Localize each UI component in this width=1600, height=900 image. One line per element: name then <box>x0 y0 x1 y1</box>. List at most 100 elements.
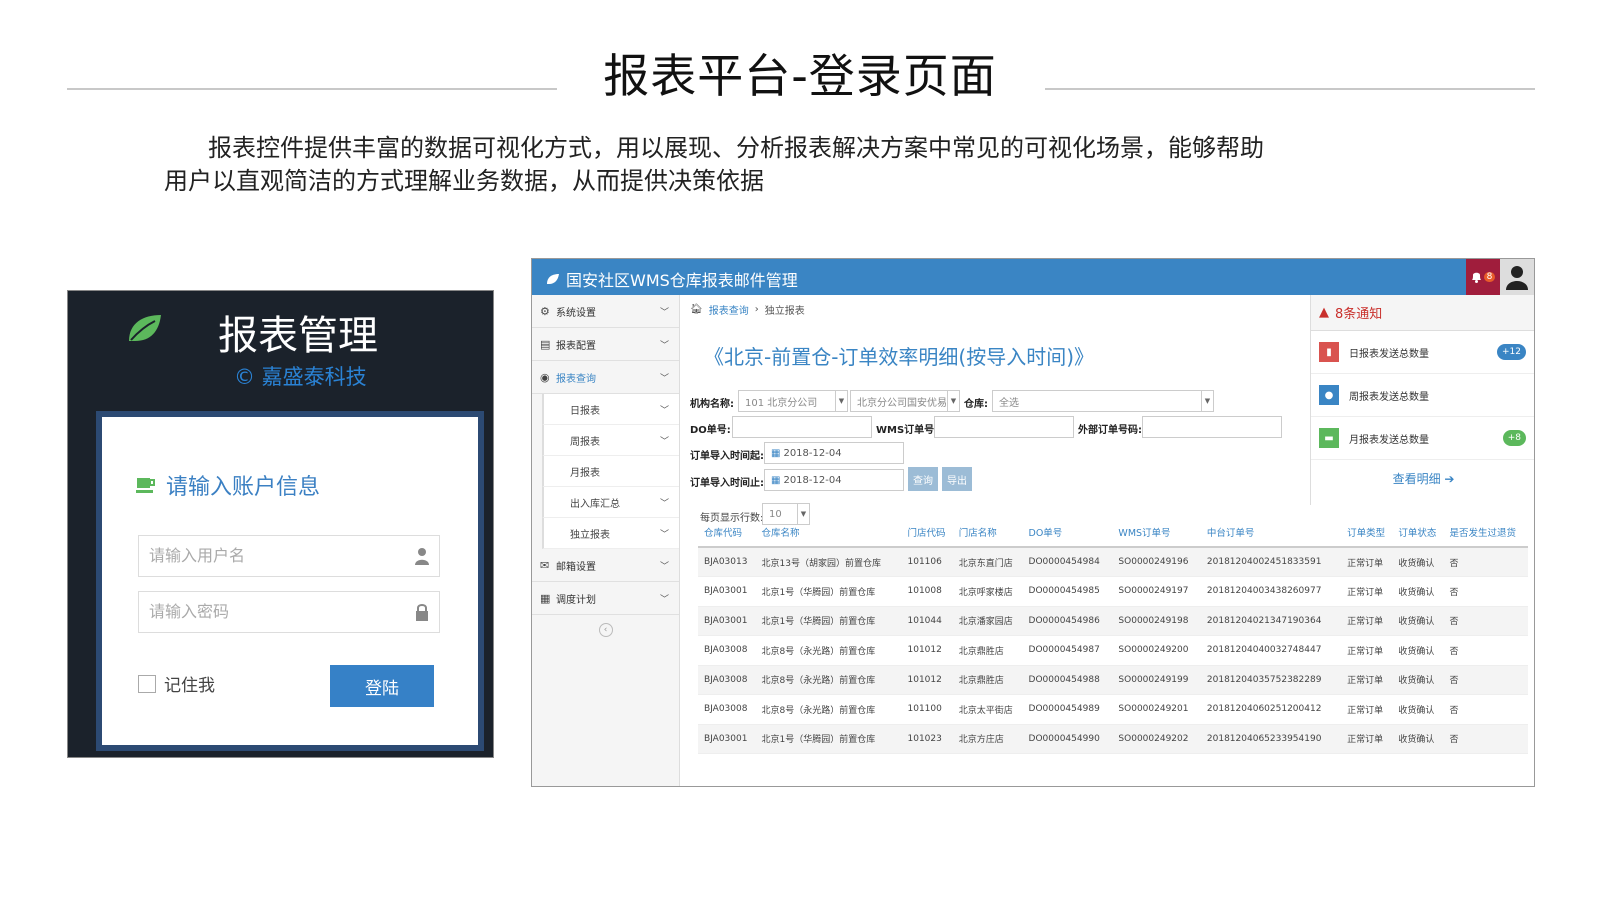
table-cell: 北京鼎胜店 <box>952 665 1023 695</box>
table-row[interactable]: BJA03001 北京1号（华腾园）前置仓库 101023 北京方庄店 DO000045… <box>698 724 1528 754</box>
sidebar-sub-daily[interactable]: 日报表 ﹀ <box>542 394 679 425</box>
table-row[interactable]: BJA03001 北京1号（华腾园）前置仓库 101008 北京呼家楼店 DO00004… <box>698 576 1528 607</box>
password-input[interactable]: 请输入密码 <box>138 591 440 633</box>
sidebar-item-mail[interactable]: ✉ 邮箱设置 ﹀ <box>532 549 679 582</box>
table-cell: 正常订单 <box>1341 694 1393 725</box>
warehouse-select[interactable]: 全选 ▼ <box>992 390 1214 412</box>
table-row[interactable]: BJA03001 北京1号（华腾园）前置仓库 101044 北京潘家园店 DO00004… <box>698 606 1528 636</box>
export-button[interactable]: 导出 <box>942 467 972 491</box>
login-hint-text: 请输入账户信息 <box>166 475 321 500</box>
notice-title: 8条通知 <box>1335 307 1383 322</box>
chevron-down-icon: ▼ <box>947 391 959 411</box>
notice-item-monthly[interactable]: ▬ 月报表发送总数量 +8 <box>1311 417 1534 460</box>
org-select[interactable]: 101 北京分公司 ▼ <box>738 390 848 412</box>
table-cell: 否 <box>1443 665 1528 695</box>
username-input[interactable]: 请输入用户名 <box>138 535 440 577</box>
table-cell: BJA03001 <box>698 576 756 607</box>
notice-item-daily[interactable]: ▮ 日报表发送总数量 +12 <box>1311 331 1534 374</box>
column-header[interactable]: DO单号 <box>1022 517 1113 548</box>
report-title: 《北京-前置仓-订单效率明细(按导入时间)》 <box>704 345 1095 369</box>
start-date-value: 2018-12-04 <box>783 447 842 459</box>
org-sub-select[interactable]: 北京分公司国安优易 ▼ <box>850 390 960 412</box>
wms-input[interactable] <box>934 416 1074 438</box>
sidebar-collapse-button[interactable]: ‹ <box>532 615 679 645</box>
password-placeholder: 请输入密码 <box>149 604 230 621</box>
ext-order-input[interactable] <box>1142 416 1282 438</box>
column-header[interactable]: 门店名称 <box>952 517 1023 548</box>
column-header[interactable]: 仓库代码 <box>698 517 756 548</box>
end-date-input[interactable]: ▦ 2018-12-04 <box>764 469 904 491</box>
notice-item-weekly[interactable]: ● 周报表发送总数量 <box>1311 374 1534 417</box>
remember-checkbox[interactable] <box>138 674 156 693</box>
table-cell: SO0000249196 <box>1112 547 1201 577</box>
do-input[interactable] <box>732 416 872 438</box>
report-table: 仓库代码 仓库名称 门店代码 门店名称 DO单号 WMS订单号 中台订单号 订单类型 订单状态是… <box>698 517 1528 754</box>
title-rule-right <box>1045 88 1535 90</box>
table-row[interactable]: BJA03008 北京8号（永光路）前置仓库 101100 北京太平街店 DO00004… <box>698 694 1528 725</box>
org-label: 机构名称: <box>690 399 734 410</box>
breadcrumb: 🏠︎ 报表查询 › 独立报表 <box>690 302 805 317</box>
sidebar-item-label: 系统设置 <box>556 307 596 319</box>
book-icon: ▤ <box>540 337 551 351</box>
table-cell: SO0000249201 <box>1112 694 1201 725</box>
table-row[interactable]: BJA03013 北京13号（胡家园）前置仓库 101106 北京东直门店 DO0000… <box>698 547 1528 577</box>
sidebar-sub-inout[interactable]: 出入库汇总 ﹀ <box>542 487 679 518</box>
envelope-icon: ✉ <box>540 558 550 572</box>
sidebar-sub-standalone[interactable]: 独立报表 ﹀ <box>542 518 679 549</box>
table-cell: SO0000249200 <box>1112 635 1201 666</box>
lock-icon <box>416 604 428 621</box>
table-cell: 20181204035752382289 <box>1200 665 1342 695</box>
table-cell: 北京8号（永光路）前置仓库 <box>755 694 902 725</box>
notification-button[interactable]: 8 <box>1466 259 1500 295</box>
notice-panel: ▲ 8条通知 ▮ 日报表发送总数量 +12 ● 周报表发送总数量 ▬ 月报表发送… <box>1310 295 1534 505</box>
table-cell: 否 <box>1443 694 1528 725</box>
sidebar-sub-weekly[interactable]: 周报表 ﹀ <box>542 425 679 456</box>
avatar[interactable] <box>1500 259 1534 295</box>
breadcrumb-root[interactable]: 报表查询 <box>709 302 749 317</box>
warehouse-label: 仓库: <box>964 399 988 410</box>
user-avatar-icon <box>1506 266 1528 290</box>
calendar-icon: ▦ <box>540 591 551 605</box>
sidebar-item-schedule[interactable]: ▦ 调度计划 ﹀ <box>532 582 679 615</box>
user-icon: ● <box>1319 385 1339 405</box>
view-details-link[interactable]: 查看明细 ➔ <box>1311 460 1534 487</box>
column-header[interactable]: 订单状态 <box>1392 517 1444 548</box>
sidebar-sub-label: 日报表 <box>570 405 600 417</box>
ext-order-label: 外部订单号码: <box>1078 425 1142 436</box>
username-placeholder: 请输入用户名 <box>149 548 246 565</box>
notice-item-label: 周报表发送总数量 <box>1349 391 1429 403</box>
column-header[interactable]: 仓库名称 <box>755 517 902 548</box>
remember-me[interactable]: 记住我 <box>138 671 215 696</box>
login-button[interactable]: 登陆 <box>330 665 434 707</box>
column-header[interactable]: 是否发生过退货 <box>1443 517 1528 548</box>
slide-title: 报表平台-登录页面 <box>603 49 997 103</box>
table-body: BJA03013 北京13号（胡家园）前置仓库 101106 北京东直门店 DO0000… <box>698 547 1528 754</box>
remember-label: 记住我 <box>164 676 215 696</box>
column-header[interactable]: 订单类型 <box>1341 517 1393 548</box>
query-button[interactable]: 查询 <box>908 467 938 491</box>
end-date-value: 2018-12-04 <box>783 474 842 486</box>
table-cell: BJA03013 <box>698 547 756 577</box>
leaf-icon <box>547 274 559 284</box>
sidebar-item-system[interactable]: ⚙ 系统设置 ﹀ <box>532 295 679 328</box>
table-cell: 北京13号（胡家园）前置仓库 <box>755 547 902 577</box>
sidebar-sub-monthly[interactable]: 月报表 <box>542 456 679 487</box>
login-screen: 报表管理 © 嘉盛泰科技 请输入账户信息 请输入用户名 请输入密码 记住我 登陆 <box>67 290 494 758</box>
table-cell: 正常订单 <box>1341 547 1393 577</box>
column-header[interactable]: 中台订单号 <box>1200 517 1342 548</box>
column-header[interactable]: WMS订单号 <box>1112 517 1201 548</box>
table-cell: 收货确认 <box>1392 694 1444 725</box>
sidebar-item-label: 调度计划 <box>556 594 596 606</box>
login-card-frame: 请输入账户信息 请输入用户名 请输入密码 记住我 登陆 <box>96 411 484 751</box>
home-icon: 🏠︎ <box>690 304 703 315</box>
start-date-input[interactable]: ▦ 2018-12-04 <box>764 442 904 464</box>
table-cell: 北京8号（永光路）前置仓库 <box>755 635 902 666</box>
table-cell: 否 <box>1443 635 1528 666</box>
column-header[interactable]: 门店代码 <box>901 517 953 548</box>
sidebar-item-query[interactable]: ◉ 报表查询 ﹀ <box>532 361 679 394</box>
sidebar-item-config[interactable]: ▤ 报表配置 ﹀ <box>532 328 679 361</box>
table-row[interactable]: BJA03008 北京8号（永光路）前置仓库 101012 北京鼎胜店 DO000045… <box>698 635 1528 666</box>
table-cell: BJA03001 <box>698 724 756 754</box>
table-row[interactable]: BJA03008 北京8号（永光路）前置仓库 101012 北京鼎胜店 DO000045… <box>698 665 1528 695</box>
intro-line-1: 报表控件提供丰富的数据可视化方式，用以展现、分析报表解决方案中常见的可视化场景，… <box>208 134 1264 162</box>
